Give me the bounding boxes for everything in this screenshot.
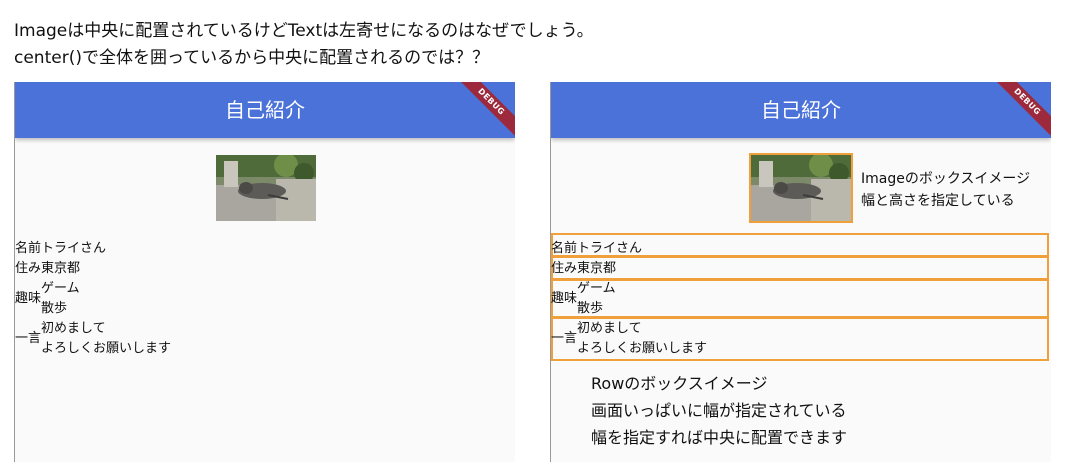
name-value: トライさん xyxy=(577,241,643,256)
address-label: 住み xyxy=(15,261,42,276)
hobby-value: ゲーム xyxy=(41,281,80,296)
comment-value: よろしくお願いします xyxy=(577,341,708,356)
cat-photo-highlighted xyxy=(749,153,853,223)
app-bar: 自己紹介 xyxy=(551,82,1051,138)
name-label: 名前 xyxy=(551,241,578,256)
address-row: 住み東京都 xyxy=(551,259,616,279)
hobby-value: 散歩 xyxy=(577,301,604,316)
comment-label: 一言 xyxy=(551,331,578,346)
row-box-address xyxy=(551,256,1049,280)
app-bar: 自己紹介 xyxy=(15,82,515,138)
app-title: 自己紹介 xyxy=(761,98,841,122)
name-row: 名前トライさん xyxy=(15,239,106,259)
phone-screenshot-right: 自己紹介 DEBUG Imageのボックスイメージ 幅と高さを指定している 名前… xyxy=(550,82,1051,462)
address-value: 東京都 xyxy=(41,261,81,276)
row-box-note-line: 画面いっぱいに幅が指定されている xyxy=(591,401,847,420)
row-box-note: Rowのボックスイメージ 画面いっぱいに幅が指定されている 幅を指定すれば中央に… xyxy=(591,370,847,451)
hobby-label: 趣味 xyxy=(551,291,578,306)
comment-value: 初めまして xyxy=(41,321,106,336)
row-box-note-line: 幅を指定すれば中央に配置できます xyxy=(591,428,848,447)
cat-photo xyxy=(216,155,316,221)
comment-label: 一言 xyxy=(15,331,42,346)
name-label: 名前 xyxy=(15,241,42,256)
image-box-note: Imageのボックスイメージ 幅と高さを指定している xyxy=(861,168,1030,212)
question-text: Imageは中央に配置されているけどTextは左寄せになるのはなぜでしょう。 c… xyxy=(14,18,594,72)
hobby-value: 散歩 xyxy=(41,301,68,316)
address-row: 住み東京都 xyxy=(15,259,80,279)
question-line-1: Imageは中央に配置されているけどTextは左寄せになるのはなぜでしょう。 xyxy=(14,21,594,41)
address-label: 住み xyxy=(551,261,578,276)
app-title: 自己紹介 xyxy=(225,98,305,122)
question-line-2: center()で全体を囲っているから中央に配置されるのでは？？ xyxy=(14,48,490,68)
name-value: トライさん xyxy=(41,241,107,256)
address-value: 東京都 xyxy=(577,261,617,276)
comment-row: 一言 初めまして よろしくお願いします xyxy=(551,319,707,359)
image-box-note-line: Imageのボックスイメージ xyxy=(861,171,1031,187)
comment-row: 一言 初めまして よろしくお願いします xyxy=(15,319,171,359)
hobby-value: ゲーム xyxy=(577,281,616,296)
image-box-note-line: 幅と高さを指定している xyxy=(861,193,1015,209)
comment-value: よろしくお願いします xyxy=(41,341,172,356)
row-box-hobby xyxy=(551,279,1049,318)
hobby-label: 趣味 xyxy=(15,291,42,306)
hobby-row: 趣味 ゲーム 散歩 xyxy=(551,279,616,319)
phone-screenshot-left: 自己紹介 DEBUG 名前トライさん 住み東京都 趣味 ゲーム 散歩 一言 初め… xyxy=(14,82,515,462)
comment-value: 初めまして xyxy=(577,321,642,336)
row-box-note-line: Rowのボックスイメージ xyxy=(591,374,768,393)
name-row: 名前トライさん xyxy=(551,239,642,259)
hobby-row: 趣味 ゲーム 散歩 xyxy=(15,279,80,319)
